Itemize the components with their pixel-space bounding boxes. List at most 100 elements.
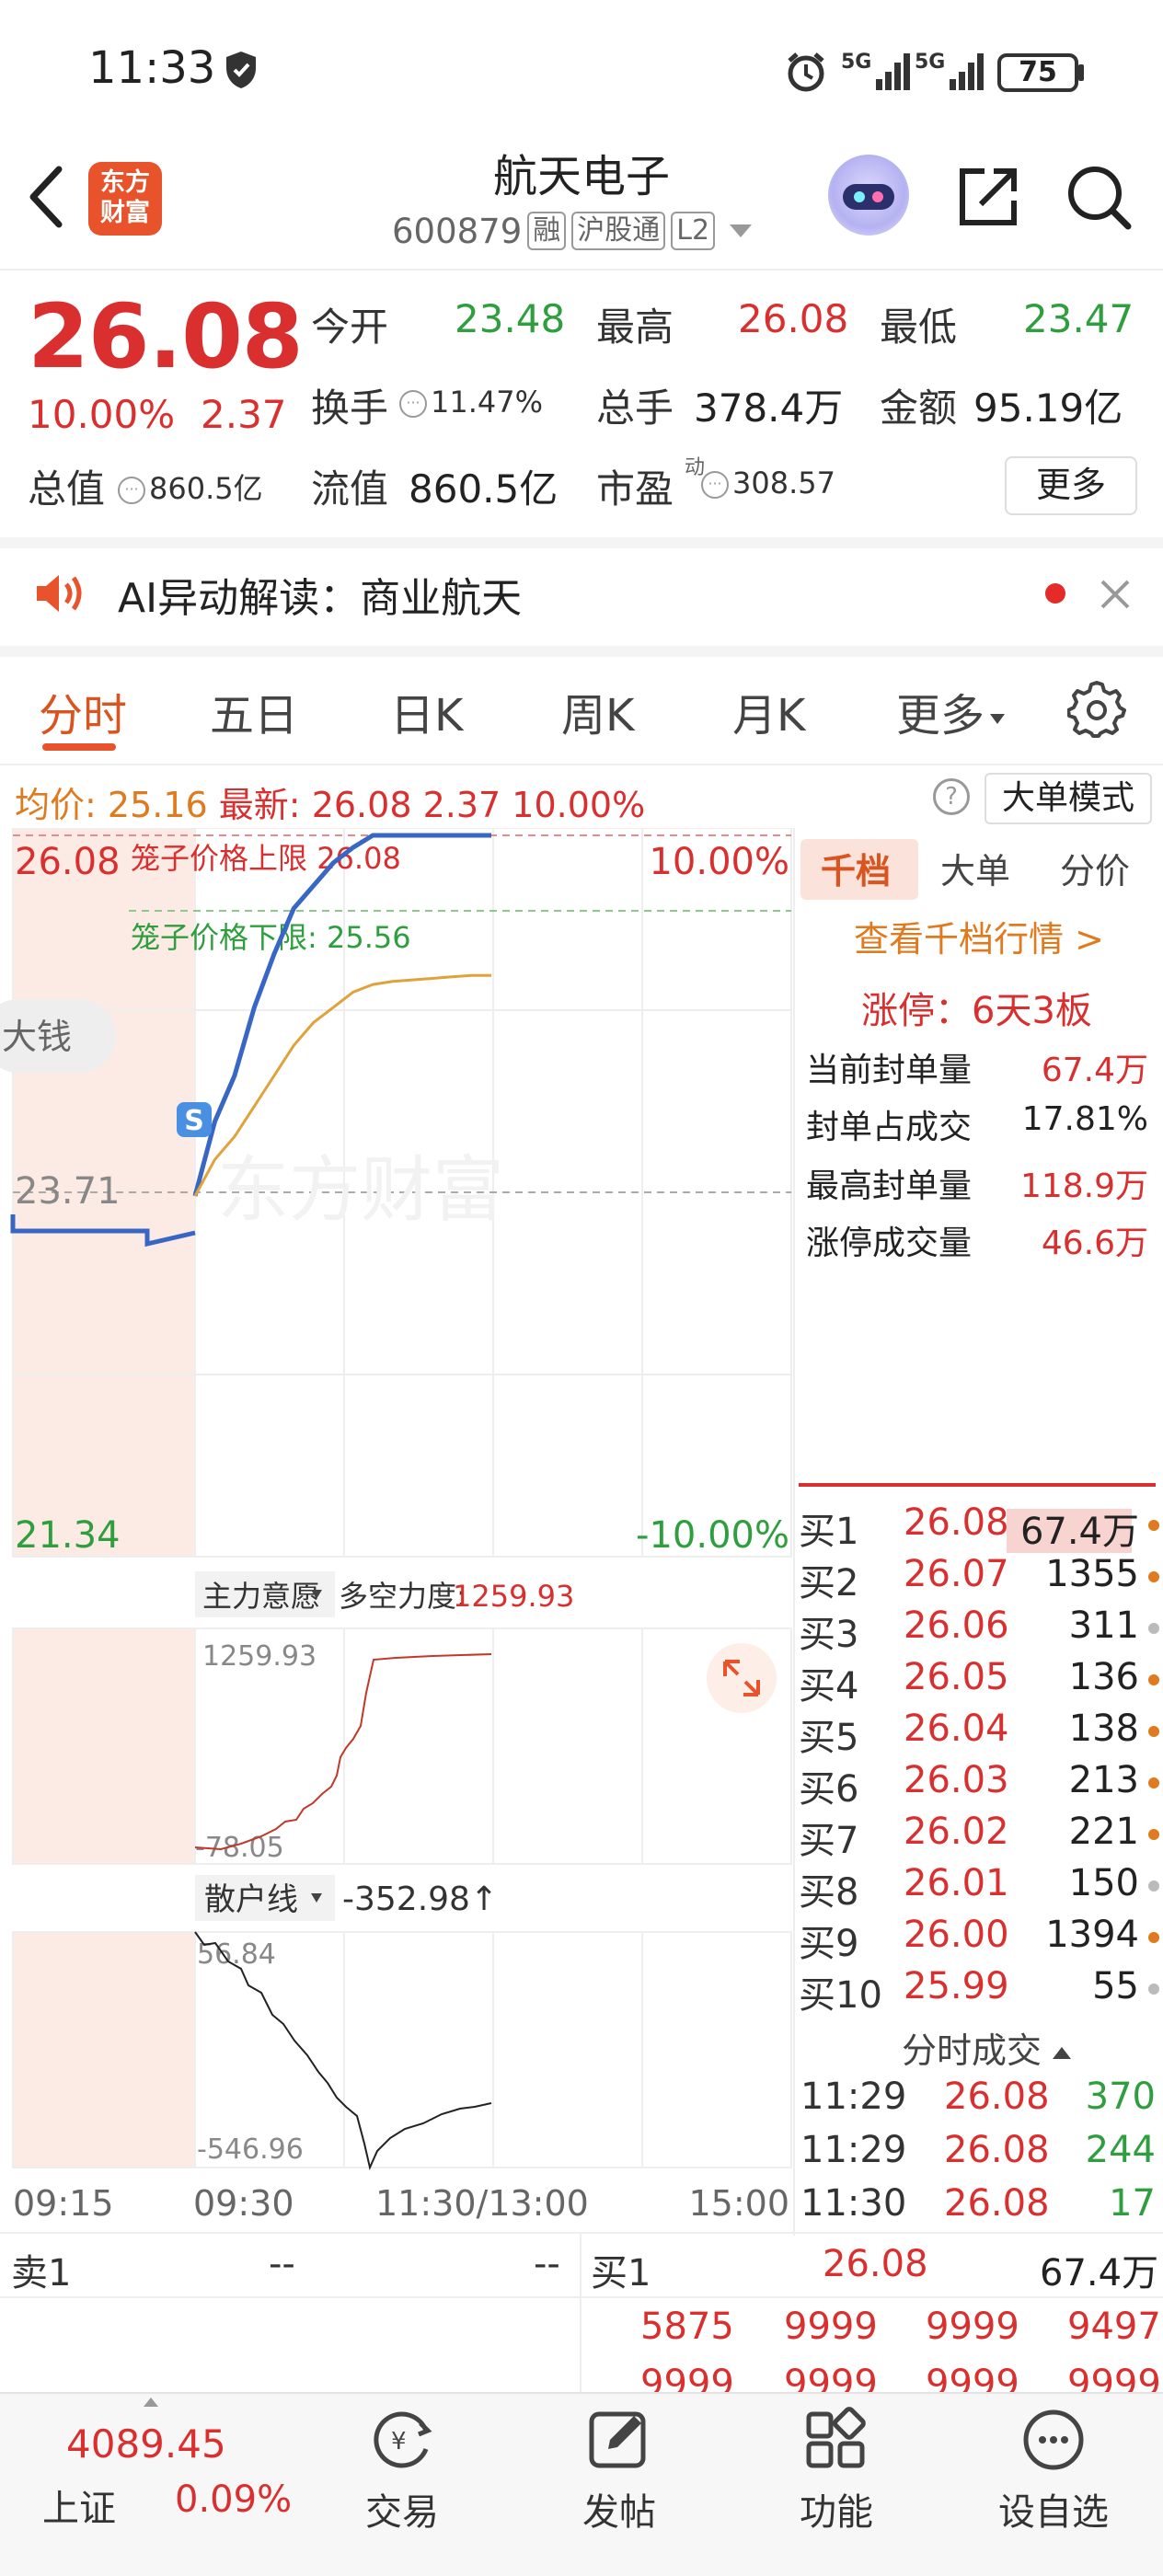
bid-volume: 138 [1068, 1708, 1139, 1750]
time-label-midday: 11:30/13:00 [375, 2183, 589, 2224]
orderbook-divider [799, 1483, 1156, 1487]
bid-price: 26.06 [904, 1604, 1009, 1647]
index-percent[interactable]: 0.09% [175, 2478, 292, 2521]
trade-row: 11:30 26.08 17 [800, 2182, 1156, 2236]
axis-mid-price: 23.71 [15, 1170, 121, 1213]
orderbook-row[interactable]: 买9 26.00 1394 [799, 1914, 1163, 1965]
turnover-value: ··· 11.47% [399, 385, 543, 420]
limit-up-streak: 涨停：6天3板 [861, 990, 1092, 1032]
stock-name: 航天电子 [492, 151, 670, 202]
bid-price: 26.00 [904, 1914, 1009, 1956]
divider [0, 537, 1163, 548]
orderbook-row[interactable]: 买1 26.08 67.4万 [799, 1501, 1163, 1553]
ind1-value: 1259.93 [453, 1579, 574, 1614]
grid-icon [806, 2407, 866, 2468]
tab-five-day[interactable]: 五日 [210, 679, 298, 743]
tab-price-dist[interactable]: 分价 [1060, 843, 1130, 893]
ind2-min: -546.96 [197, 2133, 304, 2166]
depth-quote-link[interactable]: 查看千档行情 > [854, 911, 1104, 961]
status-bar: 11:33 5G 5G 75 [0, 0, 1163, 138]
ai-robot-icon[interactable] [828, 155, 909, 236]
time-label-open: 09:30 [193, 2183, 294, 2224]
bid-level: 买4 [799, 1665, 859, 1708]
index-name[interactable]: 上证 [42, 2478, 116, 2532]
orderbook-row[interactable]: 买3 26.06 311 [799, 1604, 1163, 1656]
queue-order: 9999 [784, 2306, 878, 2348]
bid-level: 买6 [799, 1768, 859, 1811]
back-icon[interactable] [24, 162, 70, 232]
intraday-chart[interactable]: 东方财富 26.08 10.00% 23.71 21.34 -10.00% 笼子… [0, 828, 795, 2237]
tab-weekly-k[interactable]: 周K [561, 679, 634, 743]
nav-functions[interactable]: 功能 [767, 2405, 905, 2536]
high-label: 最高 [596, 305, 674, 350]
trade-time: 11:29 [800, 2076, 907, 2118]
pe-label: 市盈 [596, 466, 674, 512]
float-value: 860.5亿 [409, 466, 558, 512]
orderbook-row[interactable]: 买7 26.02 221 [799, 1811, 1163, 1862]
avg-value: 25.16 [107, 785, 208, 825]
stock-code: 600879 [392, 211, 523, 251]
orderbook-row[interactable]: 买4 26.05 136 [799, 1656, 1163, 1708]
nav-add-watchlist[interactable]: 设自选 [985, 2405, 1123, 2536]
tab-daily-k[interactable]: 日K [390, 679, 463, 743]
clock: 11:33 [88, 42, 216, 94]
info-icon[interactable]: ··· [118, 477, 145, 504]
search-icon[interactable] [1064, 162, 1134, 232]
orderbook-row[interactable]: 买2 26.07 1355 [799, 1553, 1163, 1604]
bid-price: 25.99 [904, 1965, 1009, 2007]
big-order-mode-button[interactable]: 大单模式 [985, 773, 1152, 824]
trade-volume: 370 [1085, 2076, 1156, 2118]
bid-level: 买9 [799, 1923, 859, 1965]
tab-intraday[interactable]: 分时 [39, 679, 127, 743]
bid-price: 26.02 [904, 1811, 1009, 1853]
trade-price: 26.08 [944, 2182, 1050, 2225]
bid-level: 买1 [799, 1511, 859, 1553]
seal-ratio: 封单占成交 17.81% [806, 1100, 1148, 1146]
more-circle-icon [1023, 2409, 1084, 2470]
app-logo[interactable]: 东方 财富 [88, 162, 162, 236]
gear-icon[interactable] [1067, 679, 1126, 738]
share-icon[interactable] [953, 162, 1023, 232]
orderbook-row[interactable]: 买6 26.03 213 [799, 1759, 1163, 1811]
chevron-down-icon [730, 224, 753, 237]
nav-post[interactable]: 发帖 [550, 2405, 688, 2536]
chevron-up-icon [1053, 2047, 1072, 2059]
sell1-volume: -- [534, 2243, 560, 2285]
help-icon[interactable]: ? [933, 778, 970, 815]
bid-volume: 1394 [1045, 1914, 1139, 1956]
orderbook-row[interactable]: 买10 25.99 55 [799, 1965, 1163, 2017]
index-value[interactable]: 4089.45 [66, 2421, 226, 2467]
nav-trade[interactable]: ¥ 交易 [333, 2405, 471, 2536]
tab-underline [42, 743, 116, 751]
latest-value: 26.08 [311, 785, 412, 825]
tab-more[interactable]: 更多 [896, 679, 1006, 743]
premarket-shade-ind2 [13, 1932, 195, 2168]
status-dot [1148, 1880, 1159, 1892]
alarm-icon [788, 52, 824, 92]
more-button[interactable]: 更多 [1005, 456, 1137, 515]
expand-icon-bg[interactable] [707, 1643, 777, 1713]
bid-volume: 1355 [1045, 1553, 1139, 1595]
volume-value: 378.4万 [694, 385, 844, 431]
info-icon[interactable]: ··· [701, 471, 729, 499]
shield-icon [226, 52, 256, 88]
buy1-volume: 67.4万 [1040, 2252, 1159, 2294]
edit-icon [589, 2411, 646, 2468]
orderbook-row[interactable]: 买5 26.04 138 [799, 1708, 1163, 1759]
stock-subtitle[interactable]: 600879 融 沪股通 L2 [392, 208, 753, 254]
queue-order: 9999 [926, 2306, 1019, 2348]
orderbook-row[interactable]: 买8 26.01 150 [799, 1862, 1163, 1914]
tab-big-order[interactable]: 大单 [940, 843, 1010, 893]
svg-text:¥: ¥ [391, 2428, 407, 2455]
info-icon[interactable]: ··· [399, 390, 427, 418]
tick-trades-header[interactable]: 分时成交 [902, 2022, 1072, 2073]
status-dot [1148, 1777, 1159, 1788]
battery-icon: 75 [997, 53, 1078, 92]
bid-level: 买5 [799, 1717, 859, 1759]
ai-insight-text[interactable]: AI异动解读：商业航天 [118, 565, 522, 624]
close-icon[interactable] [1095, 574, 1135, 615]
last-price: 26.08 [28, 285, 304, 388]
tab-depth[interactable]: 千档 [821, 843, 891, 893]
tab-monthly-k[interactable]: 月K [732, 679, 805, 743]
buy1-label: 买1 [591, 2252, 651, 2294]
